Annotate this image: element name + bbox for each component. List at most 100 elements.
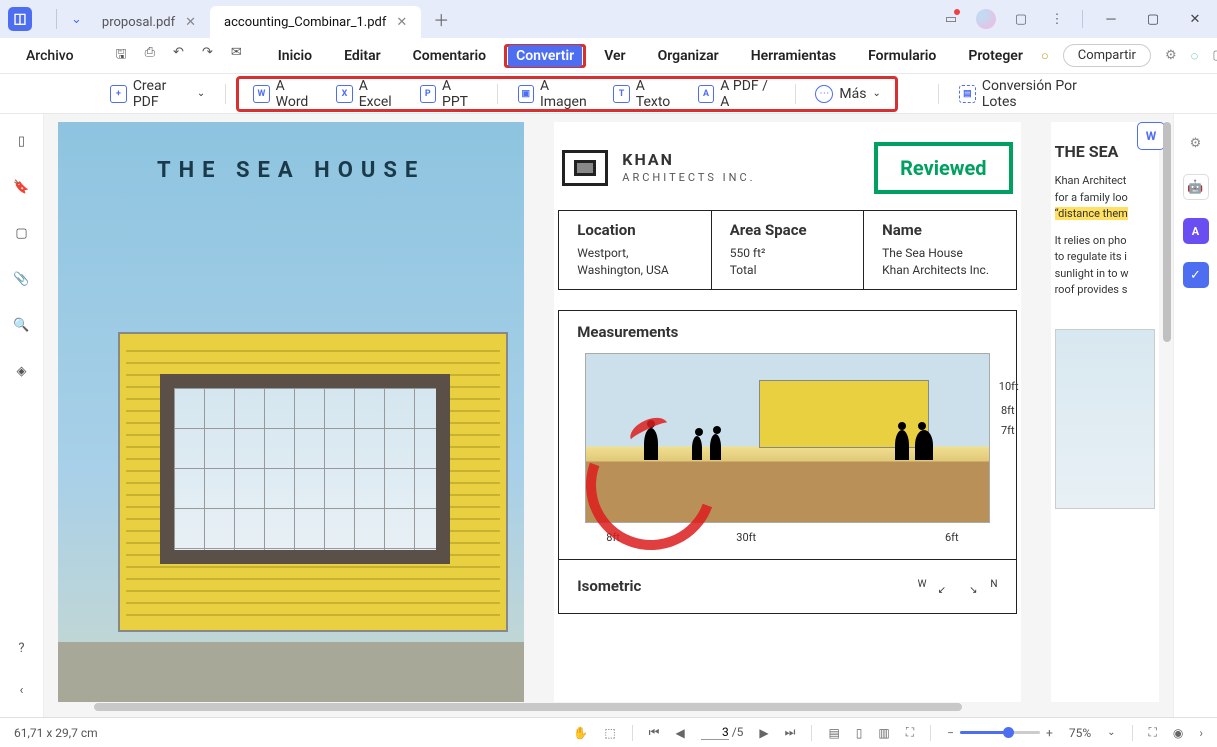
menu-editar[interactable]: Editar (330, 42, 395, 70)
attachment-icon[interactable]: 📎 (11, 268, 33, 290)
translate-icon[interactable]: A (1183, 218, 1209, 244)
settings-icon[interactable]: ⚙ (1183, 130, 1209, 156)
tool-icon[interactable]: ⚙ (1165, 48, 1177, 63)
zoom-in-icon[interactable]: + (1046, 726, 1053, 740)
page-3-partial: THE SEA Khan Architect for a family loo … (1051, 122, 1159, 702)
avatar[interactable] (976, 9, 996, 29)
prev-page-icon[interactable]: ◀ (675, 726, 684, 740)
to-image-button[interactable]: ▣A Imagen (508, 74, 604, 114)
batch-icon: ▤ (959, 85, 976, 103)
to-ppt-button[interactable]: PA PPT (410, 74, 487, 114)
first-page-icon[interactable]: ⏮ (649, 725, 660, 740)
ai-chat-icon[interactable]: 🤖 (1183, 174, 1209, 200)
title-bar: ◫ ⌄ proposal.pdf ✕ accounting_Combinar_1… (0, 0, 1217, 38)
add-tab-button[interactable]: ＋ (433, 7, 449, 31)
lightbulb-icon[interactable]: ○ (1041, 48, 1049, 64)
redo-icon[interactable]: ↷ (202, 45, 213, 67)
zoom-out-icon[interactable]: − (947, 726, 954, 740)
compass: W N ↙ ↘ (918, 571, 998, 601)
next-page-icon[interactable]: ▶ (759, 726, 768, 740)
page-dimensions: 61,71 x 29,7 cm (14, 726, 98, 740)
more-icon: ⋯ (815, 85, 833, 103)
page-total: /5 (732, 725, 744, 739)
layers-icon[interactable]: ◈ (11, 360, 33, 382)
to-pdfa-button[interactable]: AA PDF / A (688, 74, 785, 114)
more-icon[interactable]: ⋮ (1046, 8, 1068, 30)
annotations-icon[interactable]: ▢ (11, 222, 33, 244)
menu-proteger[interactable]: Proteger (954, 42, 1037, 70)
menu-inicio[interactable]: Inicio (264, 42, 326, 70)
measurements-title: Measurements (559, 311, 1015, 353)
to-excel-button[interactable]: XA Excel (326, 74, 409, 114)
share-button[interactable]: Compartir (1063, 44, 1151, 67)
expand-right-icon[interactable]: › (1199, 726, 1203, 740)
button-label: A Imagen (540, 78, 593, 110)
to-text-button[interactable]: TA Texto (603, 74, 687, 114)
fit-icon[interactable]: ⛶ (906, 725, 914, 740)
print-icon[interactable]: ⎙ (145, 45, 155, 67)
create-pdf-button[interactable]: + Crear PDF ⌄ (100, 74, 215, 114)
divider (930, 725, 931, 741)
to-word-button[interactable]: WA Word (243, 74, 326, 114)
thumbnails-icon[interactable]: ▯ (11, 130, 33, 152)
page-input[interactable] (701, 725, 729, 740)
minimize-button[interactable]: ─ (1097, 5, 1125, 33)
divider (497, 84, 498, 104)
close-icon[interactable]: ✕ (185, 15, 196, 30)
chevron-down-icon[interactable]: ⌄ (71, 12, 82, 27)
maximize-button[interactable]: ▢ (1139, 5, 1167, 33)
chevron-down-icon[interactable]: ⌄ (1107, 727, 1115, 738)
highlight-box: Convertir (504, 44, 586, 68)
left-sidebar: ▯ 🔖 ▢ 📎 🔍 ◈ ? ‹ (0, 114, 44, 717)
bookmark-icon[interactable]: 🔖 (11, 176, 33, 198)
continuous-icon[interactable]: ▥ (878, 726, 889, 740)
p3-paragraph-1: Khan Architect for a family loo “distanc… (1055, 173, 1155, 223)
app-icon[interactable]: ◫ (8, 7, 32, 31)
batch-convert-button[interactable]: ▤ Conversión Por Lotes (949, 74, 1117, 114)
mail-icon[interactable]: ✉ (231, 45, 242, 67)
menu-archivo[interactable]: Archivo (12, 42, 88, 70)
undo-icon[interactable]: ↶ (173, 45, 184, 67)
select-tool-icon[interactable]: ⬚ (604, 726, 615, 740)
reviewed-stamp: Reviewed (874, 142, 1012, 194)
zoom-slider[interactable]: − + (947, 726, 1053, 740)
menu-comentario[interactable]: Comentario (399, 42, 500, 70)
isometric-box: Isometric W N ↙ ↘ (558, 560, 1016, 614)
excel-icon: X (336, 85, 352, 103)
notification-icon[interactable]: ▭ (940, 8, 962, 30)
read-mode-icon[interactable]: ◉ (1173, 726, 1183, 740)
last-page-icon[interactable]: ⏭ (785, 725, 796, 740)
zoom-value: 75% (1069, 726, 1091, 740)
vertical-scrollbar[interactable] (1161, 114, 1173, 717)
button-label: A PPT (442, 78, 477, 110)
comment-icon[interactable]: ▢ (1010, 8, 1032, 30)
fullscreen-icon[interactable]: ⛶ (1149, 725, 1157, 740)
save-icon[interactable]: 🖫 (116, 45, 127, 67)
dim-8ft: 8ft (1001, 404, 1015, 417)
menu-formulario[interactable]: Formulario (854, 42, 950, 70)
tab-accounting[interactable]: accounting_Combinar_1.pdf ✕ (210, 6, 421, 38)
single-page-icon[interactable]: ▯ (856, 726, 863, 740)
word-icon: W (253, 85, 269, 103)
tab-label: accounting_Combinar_1.pdf (224, 15, 386, 30)
hand-tool-icon[interactable]: ✋ (573, 726, 588, 740)
close-button[interactable]: ✕ (1181, 5, 1209, 33)
panel-icon[interactable]: ▢ (1212, 48, 1217, 63)
menu-organizar[interactable]: Organizar (644, 42, 733, 70)
document-viewport[interactable]: W THE SEA HOUSE KHAN (44, 114, 1173, 717)
close-icon[interactable]: ✕ (396, 15, 407, 30)
check-icon[interactable]: ✓ (1183, 262, 1209, 288)
cloud-icon[interactable]: ◌ (1191, 48, 1199, 64)
more-button[interactable]: ⋯Más⌄ (805, 81, 890, 107)
tab-proposal[interactable]: proposal.pdf ✕ (88, 6, 210, 38)
menu-herramientas[interactable]: Herramientas (737, 42, 850, 70)
menu-convertir[interactable]: Convertir (508, 45, 582, 67)
search-icon[interactable]: 🔍 (11, 314, 33, 336)
area-label: Area Space (730, 221, 845, 239)
collapse-icon[interactable]: ‹ (11, 679, 33, 701)
menu-ver[interactable]: Ver (590, 42, 639, 70)
horizontal-scrollbar[interactable] (94, 703, 1153, 713)
help-icon[interactable]: ? (11, 637, 33, 659)
divider (1082, 10, 1083, 28)
view-mode-icon[interactable]: ▤ (828, 726, 839, 740)
